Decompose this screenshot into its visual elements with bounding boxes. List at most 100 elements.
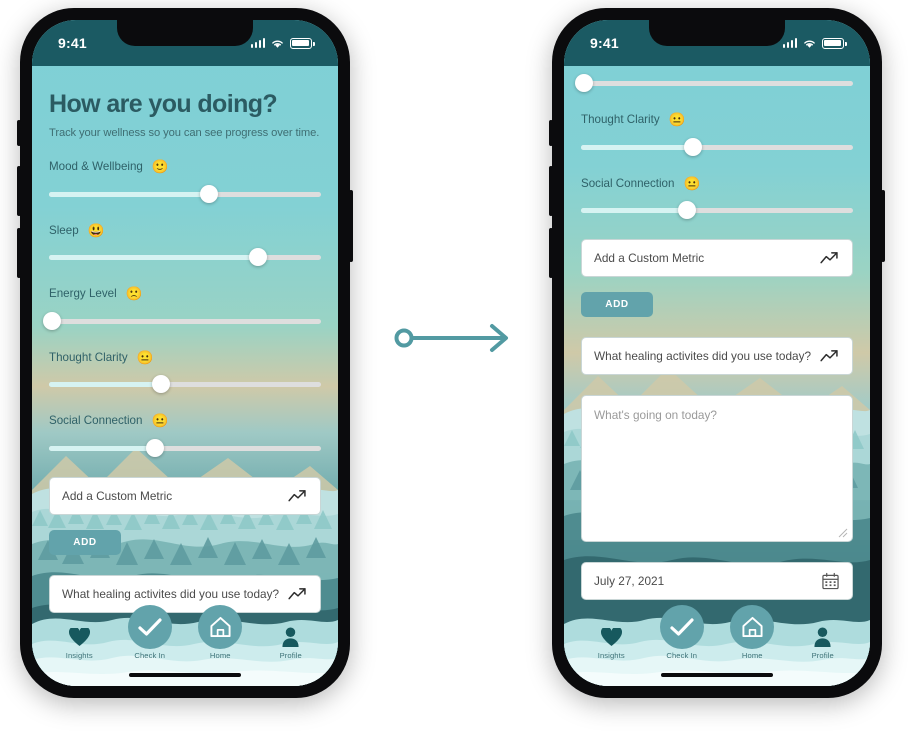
slider-fill [49, 445, 156, 451]
healing-activities-input[interactable]: What healing activites did you use today… [581, 337, 853, 375]
trending-up-icon [288, 489, 306, 501]
slider-fill [581, 144, 693, 150]
metric-thought-clarity: Thought Clarity 😐 [49, 349, 321, 393]
metric-social-connection: Social Connection 😐 [581, 176, 853, 219]
nav-item-insights[interactable]: Insights [579, 617, 643, 660]
nav-label: Insights [65, 651, 93, 660]
mood-emoji-icon: 😐 [136, 349, 154, 365]
resize-handle-icon[interactable] [838, 528, 848, 538]
nav-label: Insights [597, 651, 625, 660]
power-button[interactable] [349, 190, 353, 262]
metric-slider[interactable] [49, 375, 321, 393]
mood-emoji-icon: 😐 [151, 413, 169, 428]
phone-screen-left: 9:41 How are you doing? Track your welln… [32, 20, 338, 686]
metric-thought-clarity: Thought Clarity 😐 [581, 113, 853, 156]
journal-placeholder: What's going on today? [594, 408, 717, 422]
mute-switch[interactable] [17, 120, 21, 146]
metric-slider[interactable] [581, 137, 853, 156]
metric-slider[interactable] [49, 438, 321, 457]
nav-item-insights[interactable]: Insights [47, 617, 111, 660]
metric-slider[interactable] [49, 248, 321, 266]
status-time: 9:41 [590, 35, 619, 51]
comparison-canvas: 9:41 How are you doing? Track your welln… [0, 0, 908, 739]
slider-thumb[interactable] [249, 248, 268, 266]
slider-track [581, 81, 853, 86]
trending-up-icon [820, 350, 838, 362]
volume-down-button[interactable] [17, 228, 21, 278]
nav-icon-wrap [281, 617, 300, 647]
status-icons [250, 37, 315, 49]
heart-icon [68, 628, 90, 647]
custom-metric-placeholder: Add a Custom Metric [62, 488, 173, 503]
custom-metric-input[interactable]: Add a Custom Metric [49, 476, 321, 515]
metric-label: Mood & Wellbeing [49, 160, 143, 174]
slider-fill [49, 191, 210, 197]
home-indicator[interactable] [661, 672, 773, 677]
person-icon [282, 627, 299, 647]
check-icon [670, 617, 694, 636]
nav-label: Home [741, 651, 763, 660]
nav-item-home[interactable]: Home [720, 605, 784, 660]
slider-thumb[interactable] [574, 74, 593, 92]
cellular-bars-icon [250, 38, 265, 48]
nav-item-check-in[interactable]: Check In [118, 605, 182, 660]
phone-mockup-right: 9:41 Thought Clarity 😐 Social Connection… [549, 8, 885, 698]
battery-icon [822, 37, 847, 49]
healing-activities-placeholder: What healing activites did you use today… [594, 349, 812, 363]
metric-label: Social Connection [581, 176, 675, 190]
mute-switch[interactable] [549, 120, 553, 146]
nav-items: Insights Check In Home Profile [564, 604, 870, 660]
volume-down-button[interactable] [549, 228, 553, 278]
nav-icon-wrap [127, 605, 172, 649]
power-button[interactable] [881, 190, 885, 262]
mood-emoji-icon: 🙂 [151, 159, 169, 174]
metric-social-connection: Social Connection 😐 [49, 414, 321, 457]
wifi-icon [804, 40, 815, 48]
nav-label: Check In [666, 651, 698, 660]
metric-slider[interactable] [581, 201, 853, 219]
metric-label: Sleep [49, 223, 79, 237]
calendar-icon [822, 572, 839, 590]
nav-item-home[interactable]: Home [188, 605, 252, 660]
metric-header: Thought Clarity 😐 [581, 113, 853, 127]
nav-item-profile[interactable]: Profile [791, 617, 855, 660]
home-indicator[interactable] [129, 672, 241, 677]
phone-notch [117, 20, 253, 46]
slider-fill [49, 382, 161, 387]
home-icon [210, 616, 231, 638]
volume-up-button[interactable] [17, 166, 21, 216]
metric-slider[interactable] [49, 184, 321, 203]
slider-thumb[interactable] [151, 375, 170, 393]
add-metric-button[interactable]: ADD [49, 529, 121, 555]
status-icons [782, 37, 847, 49]
mood-emoji-icon: 🙁 [125, 286, 143, 301]
slider-thumb[interactable] [146, 438, 165, 457]
page-subtitle: Track your wellness so you can see progr… [49, 127, 320, 139]
metric-header: Energy Level 🙁 [49, 287, 321, 301]
nav-label: Profile [279, 651, 302, 660]
nav-item-check-in[interactable]: Check In [650, 605, 714, 660]
check-in-form-right: Thought Clarity 😐 Social Connection 😐 Ad… [564, 66, 870, 686]
metric-slider[interactable] [42, 311, 321, 330]
slider-thumb[interactable] [200, 184, 219, 203]
nav-item-profile[interactable]: Profile [259, 617, 323, 660]
flow-connector-arrow [394, 324, 508, 352]
home-icon [742, 616, 763, 638]
nav-label: Check In [134, 651, 166, 660]
person-icon [814, 627, 831, 647]
slider-thumb[interactable] [42, 311, 61, 330]
slider-fill [49, 255, 259, 260]
nav-label: Profile [811, 651, 834, 660]
volume-up-button[interactable] [549, 166, 553, 216]
journal-textarea[interactable]: What's going on today? [581, 395, 853, 542]
custom-metric-input[interactable]: Add a Custom Metric [581, 239, 853, 277]
phone-notch [649, 20, 785, 46]
custom-metric-placeholder: Add a Custom Metric [594, 251, 705, 265]
slider-thumb[interactable] [683, 137, 702, 156]
slider-thumb[interactable] [678, 201, 697, 219]
mood-emoji-icon: 😃 [87, 222, 105, 238]
metric-header: Thought Clarity 😐 [49, 349, 321, 365]
add-metric-button[interactable]: ADD [581, 292, 653, 317]
metric-header: Social Connection 😐 [49, 414, 321, 428]
metric-slider-partial[interactable] [574, 74, 853, 92]
